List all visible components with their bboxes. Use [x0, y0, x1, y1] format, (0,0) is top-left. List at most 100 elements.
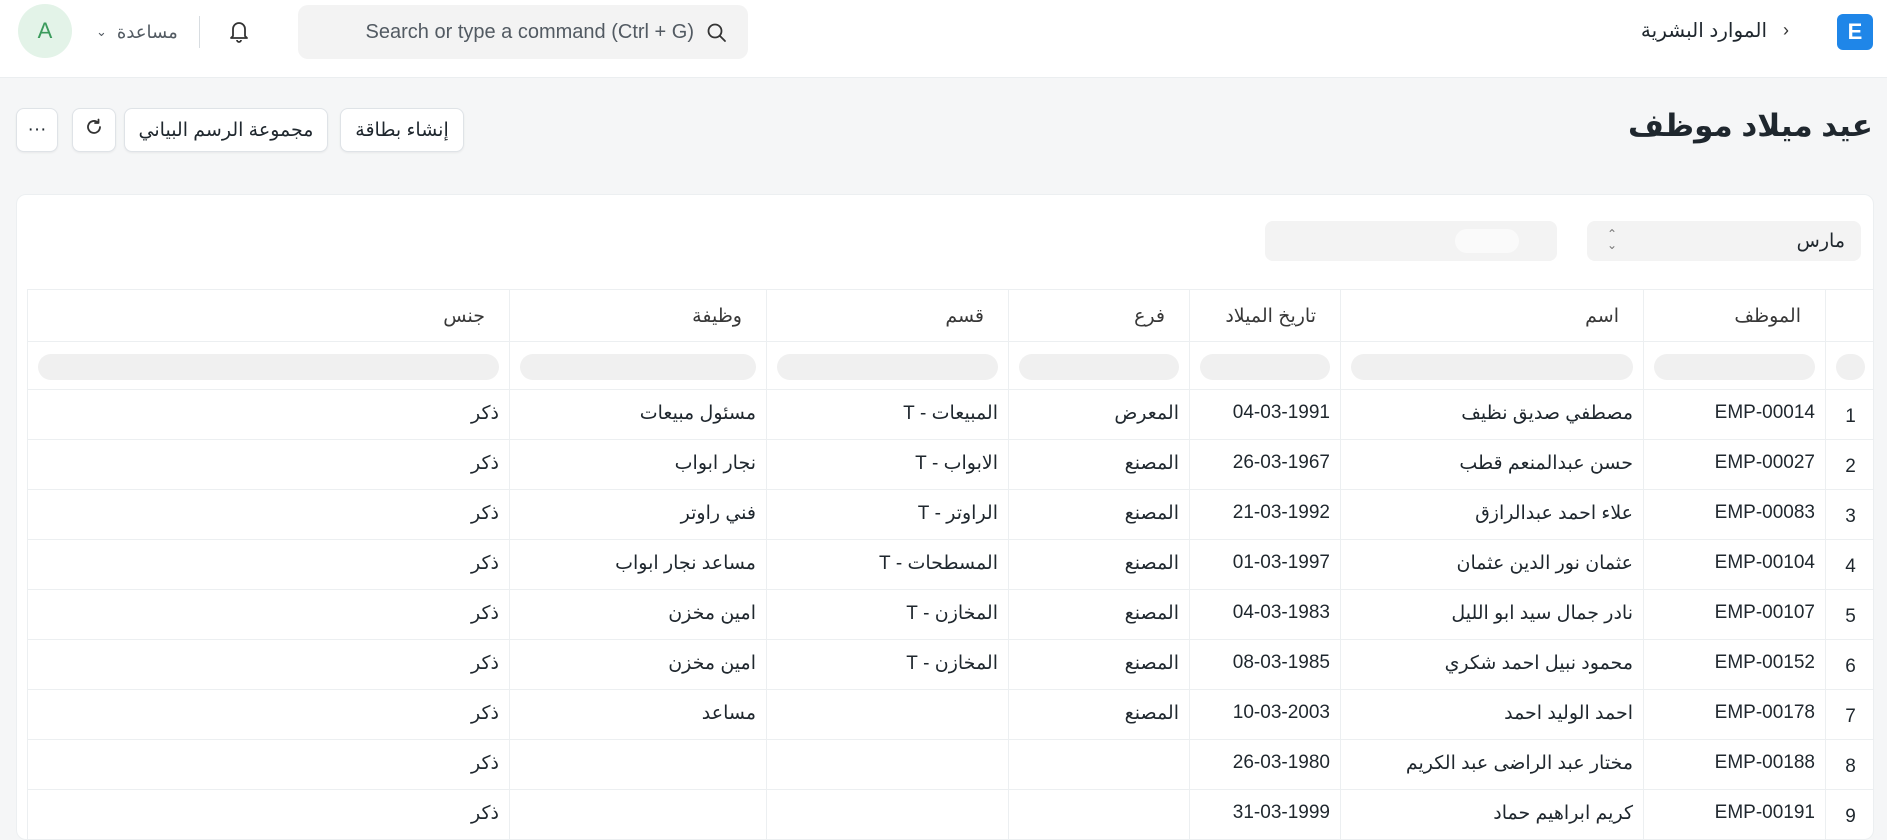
cell-name[interactable]: احمد الوليد احمد [1340, 690, 1643, 739]
cell-gender[interactable]: ذكر [27, 390, 509, 439]
column-header-branch[interactable]: فرع [1008, 290, 1189, 341]
column-filter-input[interactable] [38, 354, 499, 380]
cell-branch[interactable]: المصنع [1008, 590, 1189, 639]
column-filter-input[interactable] [1200, 354, 1330, 380]
column-filter-branch[interactable] [1008, 342, 1189, 389]
cell-name[interactable]: حسن عبدالمنعم قطب [1340, 440, 1643, 489]
search-bar[interactable] [298, 5, 748, 59]
cell-id[interactable]: EMP-00027 [1643, 440, 1825, 489]
notification-bell-icon[interactable] [224, 16, 254, 46]
cell-n[interactable]: 3 [1825, 490, 1873, 539]
chart-group-button[interactable]: مجموعة الرسم البياني [124, 108, 328, 152]
breadcrumb-item-hr[interactable]: الموارد البشرية [1641, 18, 1767, 43]
cell-name[interactable]: نادر جمال سيد ابو الليل [1340, 590, 1643, 639]
app-logo[interactable]: E [1837, 14, 1873, 50]
cell-n[interactable]: 4 [1825, 540, 1873, 589]
column-header-n[interactable] [1825, 290, 1873, 341]
cell-branch[interactable] [1008, 740, 1189, 789]
cell-n[interactable]: 5 [1825, 590, 1873, 639]
cell-branch[interactable]: المصنع [1008, 640, 1189, 689]
column-header-name[interactable]: اسم [1340, 290, 1643, 341]
cell-dept[interactable]: المبيعات - T [766, 390, 1008, 439]
cell-dept[interactable]: الراوتر - T [766, 490, 1008, 539]
search-input[interactable] [314, 5, 694, 59]
cell-n[interactable]: 9 [1825, 790, 1873, 839]
cell-dob[interactable]: 21-03-1992 [1189, 490, 1340, 539]
cell-id[interactable]: EMP-00107 [1643, 590, 1825, 639]
cell-dept[interactable]: المسطحات - T [766, 540, 1008, 589]
column-filter-dept[interactable] [766, 342, 1008, 389]
cell-gender[interactable]: ذكر [27, 740, 509, 789]
column-filter-input[interactable] [520, 354, 756, 380]
cell-job[interactable]: مساعد نجار ابواب [509, 540, 766, 589]
filter-placeholder[interactable] [1265, 221, 1557, 261]
cell-dept[interactable]: المخازن - T [766, 590, 1008, 639]
column-filter-gender[interactable] [27, 342, 509, 389]
cell-branch[interactable]: المصنع [1008, 690, 1189, 739]
cell-gender[interactable]: ذكر [27, 440, 509, 489]
cell-name[interactable]: مختار عبد الراضى عبد الكريم [1340, 740, 1643, 789]
cell-n[interactable]: 1 [1825, 390, 1873, 439]
column-filter-input[interactable] [1019, 354, 1179, 380]
cell-dept[interactable] [766, 740, 1008, 789]
cell-job[interactable] [509, 790, 766, 839]
cell-gender[interactable]: ذكر [27, 790, 509, 839]
column-filter-n[interactable] [1825, 342, 1873, 389]
cell-dob[interactable]: 31-03-1999 [1189, 790, 1340, 839]
cell-branch[interactable]: المصنع [1008, 540, 1189, 589]
cell-dob[interactable]: 10-03-2003 [1189, 690, 1340, 739]
month-select[interactable]: مارس ⌃ ⌄ [1587, 221, 1861, 261]
cell-id[interactable]: EMP-00178 [1643, 690, 1825, 739]
cell-branch[interactable] [1008, 790, 1189, 839]
cell-dob[interactable]: 26-03-1967 [1189, 440, 1340, 489]
cell-dob[interactable]: 26-03-1980 [1189, 740, 1340, 789]
column-filter-input[interactable] [777, 354, 998, 380]
cell-dept[interactable]: الابواب - T [766, 440, 1008, 489]
cell-branch[interactable]: المصنع [1008, 440, 1189, 489]
help-dropdown[interactable]: ⌄ مساعدة [96, 20, 178, 44]
cell-branch[interactable]: المعرض [1008, 390, 1189, 439]
cell-job[interactable]: نجار ابواب [509, 440, 766, 489]
column-header-dept[interactable]: قسم [766, 290, 1008, 341]
column-filter-dob[interactable] [1189, 342, 1340, 389]
column-header-dob[interactable]: تاريخ الميلاد [1189, 290, 1340, 341]
column-header-job[interactable]: وظيفة [509, 290, 766, 341]
cell-id[interactable]: EMP-00104 [1643, 540, 1825, 589]
cell-gender[interactable]: ذكر [27, 590, 509, 639]
cell-job[interactable] [509, 740, 766, 789]
cell-id[interactable]: EMP-00188 [1643, 740, 1825, 789]
column-filter-input[interactable] [1836, 354, 1865, 380]
cell-gender[interactable]: ذكر [27, 540, 509, 589]
cell-id[interactable]: EMP-00083 [1643, 490, 1825, 539]
cell-dob[interactable]: 08-03-1985 [1189, 640, 1340, 689]
cell-gender[interactable]: ذكر [27, 490, 509, 539]
column-header-id[interactable]: الموظف [1643, 290, 1825, 341]
cell-id[interactable]: EMP-00191 [1643, 790, 1825, 839]
column-header-gender[interactable]: جنس [27, 290, 509, 341]
column-filter-input[interactable] [1654, 354, 1815, 380]
cell-dept[interactable] [766, 690, 1008, 739]
cell-job[interactable]: مسئول مبيعات [509, 390, 766, 439]
cell-name[interactable]: محمود نبيل احمد شكري [1340, 640, 1643, 689]
cell-n[interactable]: 2 [1825, 440, 1873, 489]
cell-n[interactable]: 6 [1825, 640, 1873, 689]
cell-branch[interactable]: المصنع [1008, 490, 1189, 539]
create-card-button[interactable]: إنشاء بطاقة [340, 108, 464, 152]
cell-id[interactable]: EMP-00014 [1643, 390, 1825, 439]
cell-dob[interactable]: 04-03-1983 [1189, 590, 1340, 639]
more-actions-button[interactable]: ··· [16, 108, 58, 152]
cell-n[interactable]: 7 [1825, 690, 1873, 739]
cell-name[interactable]: عثمان نور الدين عثمان [1340, 540, 1643, 589]
cell-name[interactable]: مصطفي صديق نظيف [1340, 390, 1643, 439]
cell-gender[interactable]: ذكر [27, 640, 509, 689]
cell-n[interactable]: 8 [1825, 740, 1873, 789]
cell-gender[interactable]: ذكر [27, 690, 509, 739]
column-filter-job[interactable] [509, 342, 766, 389]
cell-job[interactable]: مساعد [509, 690, 766, 739]
column-filter-id[interactable] [1643, 342, 1825, 389]
cell-id[interactable]: EMP-00152 [1643, 640, 1825, 689]
refresh-button[interactable] [72, 108, 116, 152]
column-filter-input[interactable] [1351, 354, 1633, 380]
cell-dob[interactable]: 01-03-1997 [1189, 540, 1340, 589]
avatar[interactable]: A [18, 4, 72, 58]
